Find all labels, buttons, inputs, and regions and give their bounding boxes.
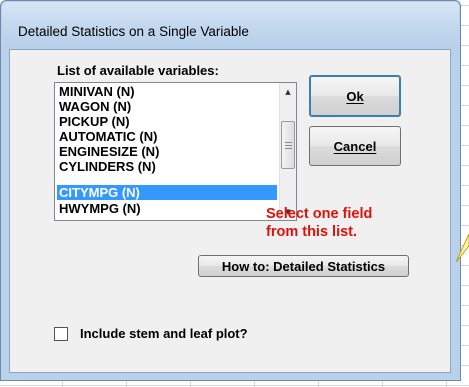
thumb-grip-line bbox=[285, 145, 292, 146]
list-item-cylinders[interactable]: CYLINDERS (N) bbox=[57, 159, 277, 174]
hint-line-2: from this list. bbox=[266, 224, 358, 240]
list-item-automatic[interactable]: AUTOMATIC (N) bbox=[57, 129, 277, 144]
cancel-button[interactable]: Cancel bbox=[309, 126, 401, 166]
howto-button-label: How to: Detailed Statistics bbox=[221, 258, 386, 274]
callout-pointer-icon bbox=[456, 234, 469, 263]
list-item-citympg-selected[interactable]: CITYMPG (N) bbox=[57, 185, 277, 200]
list-item-hwympg[interactable]: HWYMPG (N) bbox=[57, 201, 277, 216]
scroll-thumb[interactable] bbox=[281, 121, 295, 169]
ok-button[interactable]: Ok bbox=[309, 75, 401, 117]
variables-listbox[interactable]: MINIVAN (N) WAGON (N) PICKUP (N) AUTOMAT… bbox=[54, 82, 297, 221]
list-item-enginesize[interactable]: ENGINESIZE (N) bbox=[57, 144, 277, 159]
hint-text: Select one field from this list. bbox=[266, 205, 372, 241]
dialog-title: Detailed Statistics on a Single Variable bbox=[18, 24, 249, 39]
list-scrollbar[interactable]: ▲ ▼ bbox=[279, 83, 296, 220]
variables-list-label: List of available variables: bbox=[57, 63, 219, 78]
list-item-pickup[interactable]: PICKUP (N) bbox=[57, 114, 277, 129]
title-bar[interactable]: Detailed Statistics on a Single Variable bbox=[2, 2, 459, 46]
thumb-grip-line bbox=[285, 148, 292, 149]
stem-leaf-checkbox[interactable] bbox=[54, 327, 68, 341]
thumb-grip-line bbox=[285, 142, 292, 143]
hint-line-1: Select one field bbox=[266, 206, 373, 222]
stem-leaf-checkbox-label[interactable]: Include stem and leaf plot? bbox=[80, 326, 248, 341]
ok-button-label: Ok bbox=[346, 88, 364, 104]
list-item-minivan[interactable]: MINIVAN (N) bbox=[57, 84, 277, 99]
list-item-wagon[interactable]: WAGON (N) bbox=[57, 99, 277, 114]
scroll-up-arrow-icon[interactable]: ▲ bbox=[280, 83, 296, 100]
cancel-button-label: Cancel bbox=[333, 138, 377, 154]
howto-detailed-statistics-button[interactable]: How to: Detailed Statistics bbox=[198, 255, 409, 277]
